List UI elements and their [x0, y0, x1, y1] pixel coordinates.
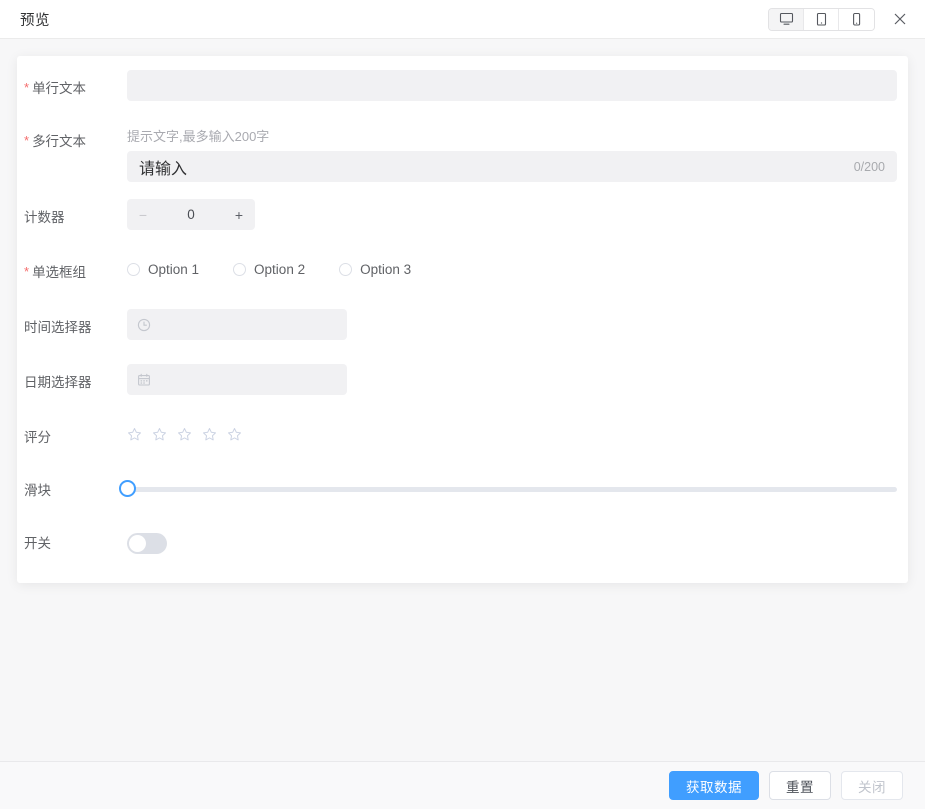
radio-option-1[interactable]: Option 1 — [127, 262, 199, 277]
star-icon[interactable] — [127, 427, 142, 442]
multi-line-text-input[interactable]: 请输入 0/200 — [127, 151, 897, 182]
field-control — [127, 309, 897, 340]
field-control — [127, 70, 897, 101]
device-preview-switcher[interactable] — [768, 7, 875, 31]
close-button[interactable] — [889, 8, 911, 30]
stepper-value[interactable]: 0 — [159, 207, 223, 222]
field-label: 时间选择器 — [24, 320, 92, 335]
mobile-icon — [853, 12, 861, 26]
stepper-increment-button[interactable]: + — [223, 199, 255, 230]
character-counter: 0/200 — [853, 159, 885, 174]
field-date-picker: 日期选择器 — [17, 364, 908, 402]
close-icon — [894, 13, 906, 25]
required-mark: * — [24, 80, 30, 95]
reset-button[interactable]: 重置 — [769, 771, 831, 800]
field-control — [127, 419, 897, 442]
monitor-icon — [779, 12, 793, 25]
preview-form-card: * 单行文本 * 多行文本 提示文字,最多输入200字 请输入 0/200 计数器 — [17, 56, 908, 583]
textarea-placeholder: 请输入 — [139, 160, 188, 178]
toggle-switch[interactable] — [127, 533, 167, 554]
radio-option-3[interactable]: Option 3 — [339, 262, 411, 277]
radio-circle-icon — [233, 263, 247, 276]
field-single-line-text: * 单行文本 — [17, 70, 908, 108]
radio-option-2[interactable]: Option 2 — [233, 262, 305, 277]
field-label: 评分 — [24, 430, 51, 445]
multi-line-help-text: 提示文字,最多输入200字 — [127, 129, 270, 144]
slider-track[interactable] — [127, 487, 897, 492]
required-mark: * — [24, 133, 30, 148]
radio-circle-icon — [127, 263, 140, 276]
field-radio-group: * 单选框组 Option 1 Option 2 Option 3 — [17, 254, 908, 292]
clock-icon — [137, 318, 151, 331]
star-icon[interactable] — [152, 427, 167, 442]
radio-circle-icon — [339, 263, 353, 276]
rating-stars — [127, 419, 897, 442]
dialog-footer: 获取数据 重置 关闭 — [0, 761, 925, 809]
stepper-decrement-button[interactable]: − — [127, 199, 159, 230]
slider-handle[interactable] — [119, 480, 136, 497]
close-form-button[interactable]: 关闭 — [841, 771, 903, 800]
time-picker-input[interactable] — [127, 309, 347, 340]
toggle-switch-knob — [129, 535, 146, 552]
mobile-view-button[interactable] — [839, 8, 874, 30]
single-line-text-input[interactable] — [127, 70, 897, 101]
tablet-icon — [816, 12, 826, 26]
field-label: 日期选择器 — [24, 375, 92, 390]
field-label: * 单选框组 — [24, 264, 87, 280]
field-label: 滑块 — [24, 483, 51, 498]
star-icon[interactable] — [202, 427, 217, 442]
field-label: 开关 — [24, 536, 51, 551]
page-title: 预览 — [20, 12, 50, 29]
field-label: 计数器 — [24, 210, 65, 225]
field-label: * 多行文本 — [24, 133, 87, 149]
date-picker-input[interactable] — [127, 364, 347, 395]
field-counter: 计数器 − 0 + — [17, 199, 908, 237]
window-titlebar: 预览 — [0, 0, 925, 39]
desktop-view-button[interactable] — [769, 8, 804, 30]
star-icon[interactable] — [227, 427, 242, 442]
field-control — [119, 472, 897, 504]
field-rating: 评分 — [17, 419, 908, 457]
field-multi-line-text: * 多行文本 提示文字,最多输入200字 请输入 0/200 — [17, 123, 908, 182]
field-control: 提示文字,最多输入200字 请输入 0/200 — [127, 123, 897, 182]
field-control — [127, 525, 897, 554]
field-control: Option 1 Option 2 Option 3 — [127, 254, 897, 277]
field-control — [127, 364, 897, 395]
field-label: * 单行文本 — [24, 80, 87, 96]
required-mark: * — [24, 264, 30, 279]
quantity-stepper[interactable]: − 0 + — [127, 199, 255, 230]
radio-group: Option 1 Option 2 Option 3 — [127, 254, 897, 277]
field-slider: 滑块 — [17, 472, 908, 510]
field-switch: 开关 — [17, 525, 908, 563]
star-icon[interactable] — [177, 427, 192, 442]
field-control: − 0 + — [127, 199, 897, 230]
tablet-view-button[interactable] — [804, 8, 839, 30]
titlebar-actions — [768, 7, 911, 31]
field-time-picker: 时间选择器 — [17, 309, 908, 347]
get-data-button[interactable]: 获取数据 — [669, 771, 759, 800]
calendar-icon — [138, 373, 150, 386]
slider[interactable] — [119, 472, 897, 504]
